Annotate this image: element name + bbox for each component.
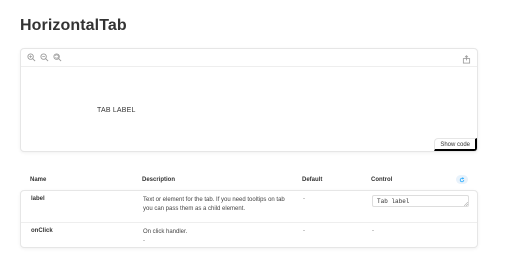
args-table: Name Description Default Control label T… (20, 172, 478, 248)
arg-description: Text or element for the tab. If you need… (143, 197, 285, 212)
header-control: Control (371, 177, 393, 183)
preview-panel: TAB LABEL Show code (20, 48, 478, 152)
horizontal-tab[interactable]: TAB LABEL (97, 107, 136, 114)
reset-icon (459, 177, 465, 183)
arg-control: - (372, 228, 374, 234)
table-row: onClick On click handler. - - - (21, 223, 477, 249)
zoom-out-icon[interactable] (40, 53, 49, 62)
header-description: Description (142, 177, 176, 183)
preview-toolbar (21, 49, 477, 67)
page-title: HorizontalTab (20, 17, 127, 34)
zoom-in-icon[interactable] (27, 53, 36, 62)
share-icon[interactable] (462, 55, 471, 64)
show-code-button[interactable]: Show code (434, 138, 477, 151)
header-default: Default (302, 177, 323, 183)
arg-description: On click handler. (143, 229, 188, 235)
zoom-reset-icon[interactable] (53, 53, 62, 62)
resize-grip-icon[interactable] (464, 202, 468, 206)
table-row: label Text or element for the tab. If yo… (21, 191, 477, 223)
arg-type: - (143, 238, 145, 244)
arg-default: - (303, 196, 305, 202)
arg-name: onClick (31, 228, 53, 234)
args-table-header: Name Description Default Control (20, 172, 478, 190)
reset-controls-button[interactable] (456, 175, 468, 184)
args-table-body: label Text or element for the tab. If yo… (20, 190, 478, 248)
arg-name: label (31, 196, 45, 202)
preview-canvas: TAB LABEL (21, 67, 477, 151)
label-control-input[interactable]: Tab label (372, 195, 469, 207)
header-name: Name (30, 177, 47, 183)
arg-default: - (303, 228, 305, 234)
